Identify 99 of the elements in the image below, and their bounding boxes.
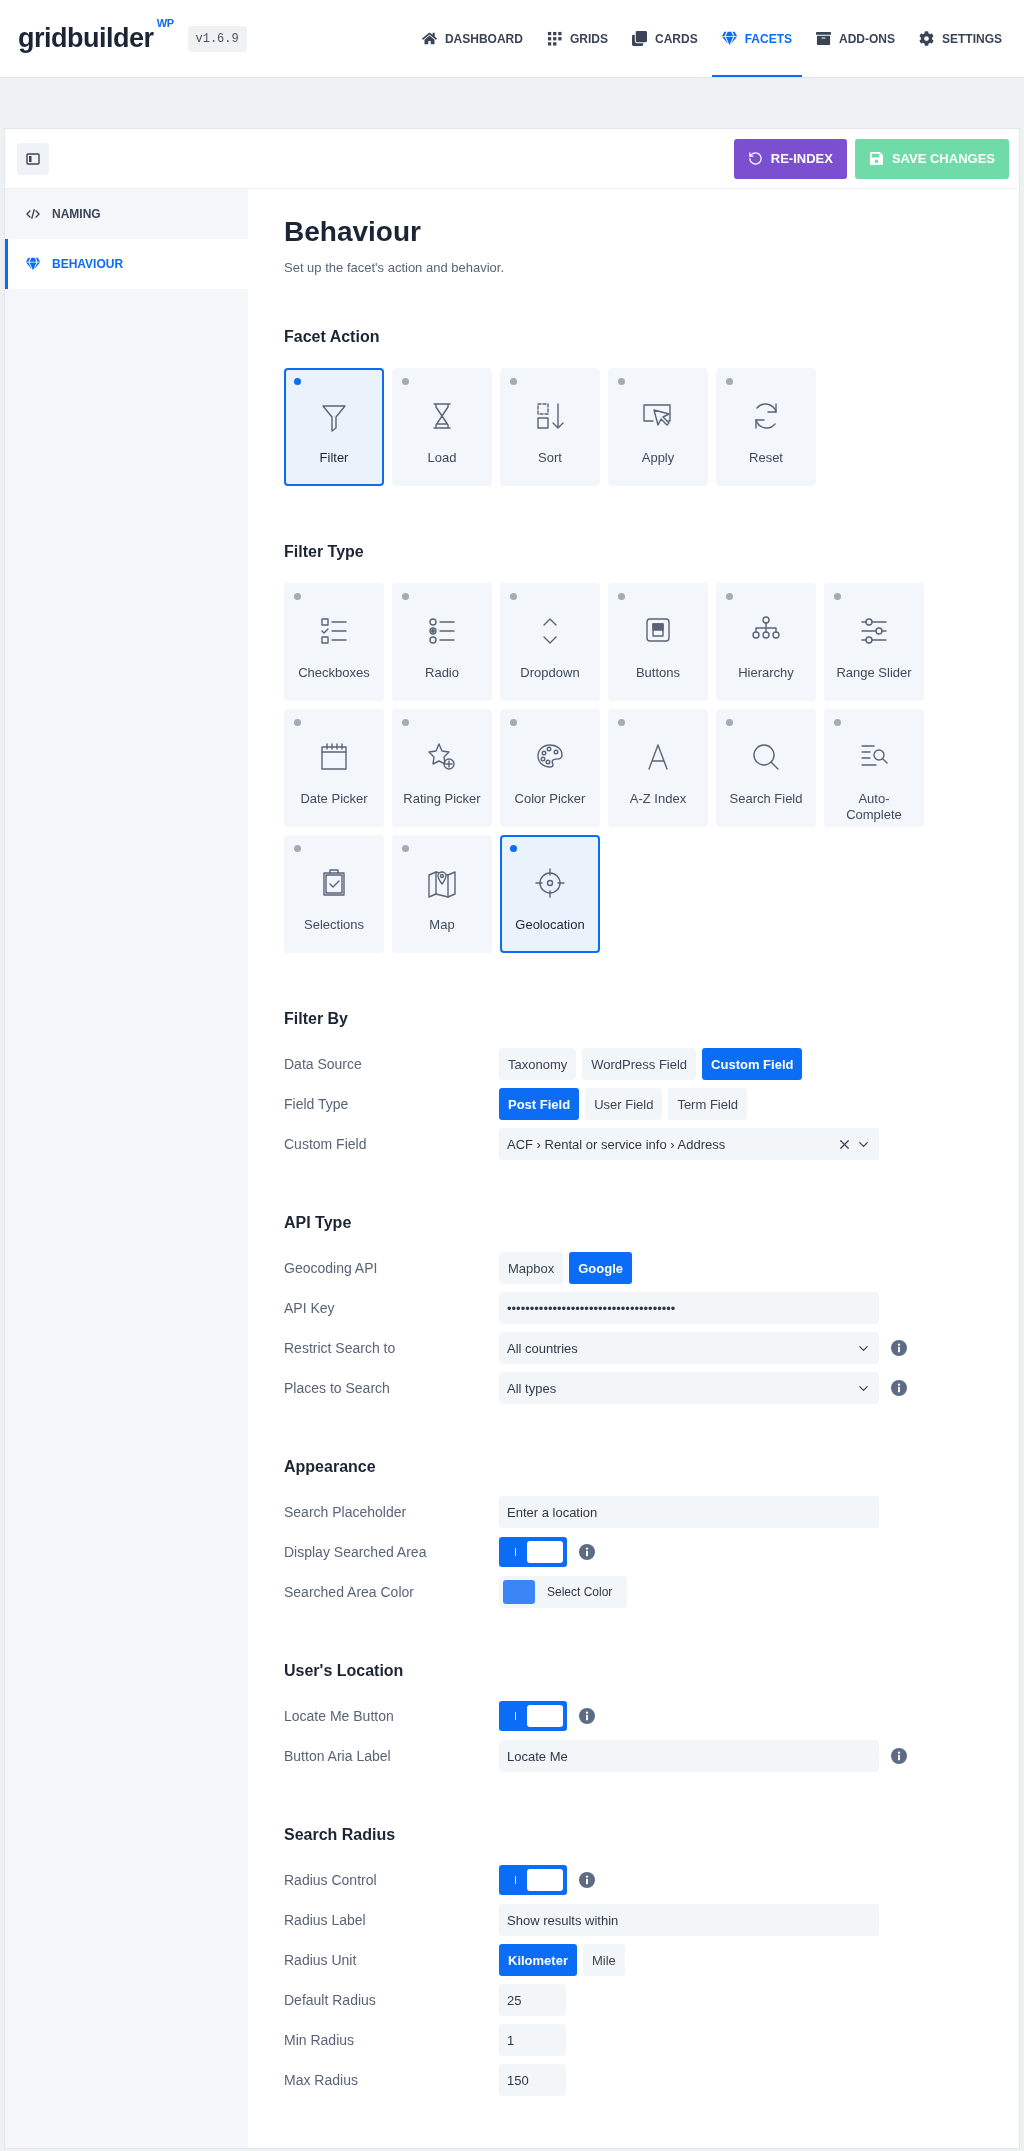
info-icon[interactable]	[579, 1872, 595, 1888]
reindex-button[interactable]: RE-INDEX	[733, 138, 847, 179]
option-button[interactable]: Taxonomy	[499, 1048, 577, 1080]
field-label: Min Radius	[284, 2032, 356, 2048]
number-field[interactable]: 150	[499, 2064, 566, 2096]
toggle-switch[interactable]	[499, 1701, 567, 1731]
version-badge: v1.6.9	[187, 25, 247, 52]
option-button[interactable]: Post Field	[499, 1088, 580, 1120]
field-label: Search Placeholder	[284, 1504, 408, 1520]
facet-tile[interactable]: Reset	[716, 368, 816, 486]
field-label: Default Radius	[284, 1992, 377, 2008]
facet-tile[interactable]: Buttons	[608, 583, 708, 701]
color-button[interactable]: Select Color	[499, 1576, 627, 1608]
code-icon	[26, 207, 40, 221]
facet-tile[interactable]: Selections	[284, 835, 384, 953]
facet-tile[interactable]: Rating Picker	[392, 709, 492, 827]
diamond-icon	[721, 31, 737, 46]
gear-icon	[919, 31, 934, 46]
field-label: Radius Label	[284, 1912, 367, 1928]
house-icon	[421, 31, 437, 46]
select-field[interactable]: All types	[499, 1372, 879, 1404]
nav-tab[interactable]: FACETS	[711, 0, 802, 77]
info-icon[interactable]	[891, 1340, 907, 1356]
facet-tile[interactable]: A-Z Index	[608, 709, 708, 827]
field-label: Locate Me Button	[284, 1708, 395, 1724]
field-label: Data Source	[284, 1056, 363, 1072]
facet-tile[interactable]: Geolocation	[500, 835, 600, 953]
input-field[interactable]: Locate Me	[499, 1740, 879, 1772]
select-field[interactable]: ACF › Rental or service info › Address	[499, 1128, 879, 1160]
field-label: Geocoding API	[284, 1260, 379, 1276]
facet-tile[interactable]: Dropdown	[500, 583, 600, 701]
facet-tile[interactable]: Hierarchy	[716, 583, 816, 701]
page-subtitle: Set up the facet's action and behavior.	[284, 259, 506, 277]
facet-tile[interactable]: Checkboxes	[284, 583, 384, 701]
option-button[interactable]: Kilometer	[499, 1944, 577, 1976]
archive-icon	[816, 31, 831, 46]
undo-icon	[747, 151, 763, 166]
field-label: Restrict Search to	[284, 1340, 397, 1356]
field-label: Radius Unit	[284, 1952, 358, 1968]
nav-tab[interactable]: ADD-ONS	[806, 0, 905, 77]
number-field[interactable]: 1	[499, 2024, 566, 2056]
field-label: Custom Field	[284, 1136, 368, 1152]
facet-tile[interactable]: Date Picker	[284, 709, 384, 827]
toggle-switch[interactable]	[499, 1537, 567, 1567]
facet-tile[interactable]: Filter	[284, 368, 384, 486]
section-heading: API Type	[284, 1213, 353, 1233]
field-label: Radius Control	[284, 1872, 378, 1888]
toggle-switch[interactable]	[499, 1865, 567, 1895]
number-field[interactable]: 25	[499, 1984, 566, 2016]
section-heading: Appearance	[284, 1457, 377, 1477]
field-label: Field Type	[284, 1096, 350, 1112]
facet-tile[interactable]: Range Slider	[824, 583, 924, 701]
facet-tile[interactable]: Apply	[608, 368, 708, 486]
nav-tab[interactable]: SETTINGS	[909, 0, 1012, 77]
option-button[interactable]: WordPress Field	[582, 1048, 697, 1080]
info-icon[interactable]	[579, 1544, 595, 1560]
diamond-icon	[26, 257, 40, 271]
field-label: Searched Area Color	[284, 1584, 415, 1600]
field-label: Button Aria Label	[284, 1748, 392, 1764]
select-field[interactable]: All countries	[499, 1332, 879, 1364]
facet-tile[interactable]: Radio	[392, 583, 492, 701]
sidebar-toggle-button[interactable]	[17, 142, 49, 175]
section-heading: Filter By	[284, 1009, 349, 1029]
panel-icon	[26, 151, 40, 166]
info-icon[interactable]	[891, 1380, 907, 1396]
nav-tab[interactable]: DASHBOARD	[411, 0, 533, 77]
section-heading: Search Radius	[284, 1825, 397, 1845]
option-button[interactable]: Custom Field	[702, 1048, 803, 1080]
input-field[interactable]: Enter a location	[499, 1496, 879, 1528]
save-icon	[868, 151, 884, 166]
option-button[interactable]: Google	[569, 1252, 633, 1284]
facet-tile[interactable]: Sort	[500, 368, 600, 486]
info-icon[interactable]	[891, 1748, 907, 1764]
facet-tile[interactable]: Load	[392, 368, 492, 486]
grid-icon	[546, 31, 562, 46]
page-title: Behaviour	[284, 215, 422, 249]
input-field[interactable]: •••••••••••••••••••••••••••••••••••••	[499, 1292, 879, 1324]
sidebar-item[interactable]: BEHAVIOUR	[5, 239, 248, 289]
field-label: Display Searched Area	[284, 1544, 428, 1560]
option-button[interactable]: User Field	[585, 1088, 663, 1120]
nav-tab[interactable]: CARDS	[621, 0, 708, 77]
facet-tile[interactable]: Map	[392, 835, 492, 953]
field-label: API Key	[284, 1300, 336, 1316]
section-heading: User's Location	[284, 1661, 405, 1681]
info-icon[interactable]	[579, 1708, 595, 1724]
facet-tile[interactable]: Search Field	[716, 709, 816, 827]
sidebar-item[interactable]: NAMING	[5, 189, 248, 239]
option-button[interactable]: Mapbox	[499, 1252, 564, 1284]
field-label: Max Radius	[284, 2072, 359, 2088]
facet-tile[interactable]: Color Picker	[500, 709, 600, 827]
nav-tab[interactable]: GRIDS	[536, 0, 618, 77]
section-heading: Facet Action	[284, 327, 381, 347]
option-button[interactable]: Term Field	[668, 1088, 748, 1120]
field-label: Places to Search	[284, 1380, 391, 1396]
section-heading: Filter Type	[284, 542, 365, 562]
input-field[interactable]: Show results within	[499, 1904, 879, 1936]
cards-icon	[631, 31, 647, 46]
option-button[interactable]: Mile	[582, 1944, 625, 1976]
facet-tile[interactable]: Auto-Complete	[824, 709, 924, 827]
